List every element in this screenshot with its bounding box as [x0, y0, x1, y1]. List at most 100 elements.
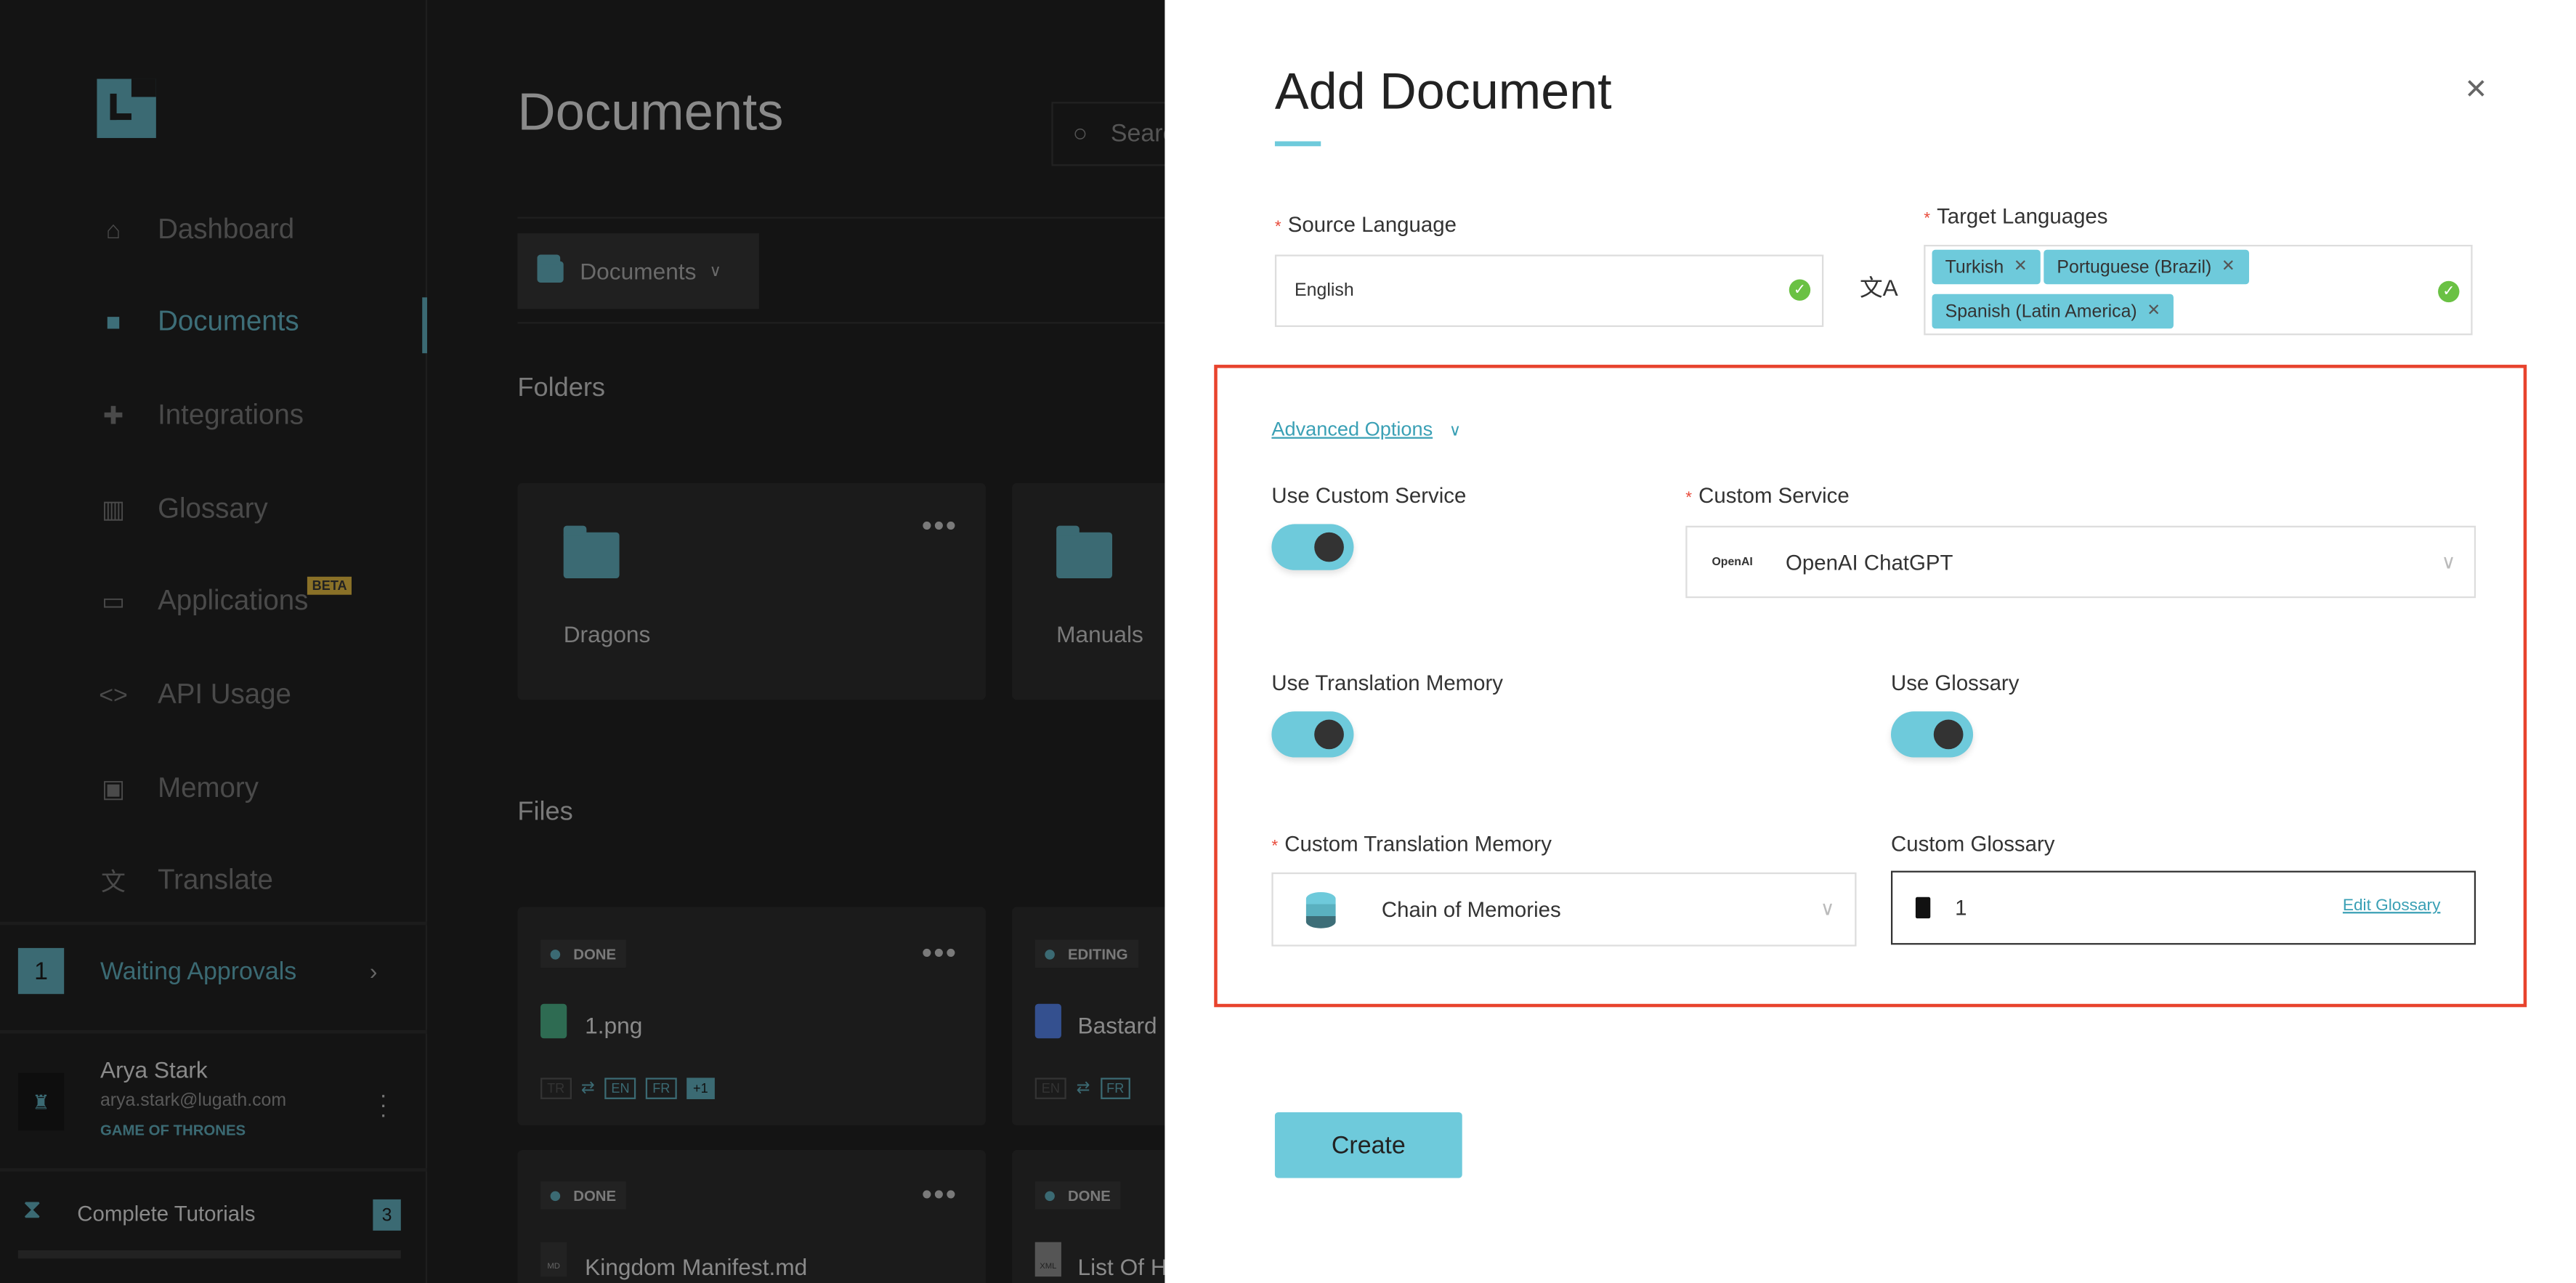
folder-icon: [537, 254, 564, 282]
breadcrumb-dropdown[interactable]: Documents ∨: [517, 233, 759, 309]
folder-name: Dragons: [563, 620, 651, 648]
file-name: List Of H: [1077, 1253, 1167, 1280]
modal-title: Add Document: [1274, 62, 1612, 121]
xml-file-icon: XML: [1034, 1242, 1061, 1277]
use-translation-memory-label: Use Translation Memory: [1271, 670, 1504, 695]
more-options-icon[interactable]: •••: [922, 936, 958, 971]
avatar: ♜: [17, 1072, 65, 1130]
folder-card[interactable]: ••• Dragons: [517, 482, 986, 700]
close-icon[interactable]: ✕: [2464, 74, 2487, 107]
check-icon: ✓: [2438, 280, 2460, 303]
translate-icon: 文A: [1860, 274, 1898, 301]
title-underline: [1274, 141, 1321, 147]
edit-glossary-link[interactable]: Edit Glossary: [2343, 897, 2440, 915]
language-badges: TR ⇄ EN FR +1: [540, 1071, 724, 1101]
use-glossary-label: Use Glossary: [1890, 670, 2020, 695]
chevron-down-icon: ∨: [709, 262, 722, 280]
file-name: 1.png: [585, 1012, 643, 1039]
custom-service-label: * Custom Service: [1685, 482, 1850, 508]
more-options-icon[interactable]: •••: [922, 1178, 958, 1212]
user-name: Arya Stark: [100, 1056, 208, 1083]
custom-translation-memory-select[interactable]: Chain of Memories: [1271, 872, 1857, 947]
openai-logo: OpenAI: [1712, 556, 1753, 568]
create-button[interactable]: Create: [1274, 1112, 1462, 1178]
folder-icon: [563, 525, 620, 579]
chevron-down-icon: ∨: [1820, 897, 1835, 920]
source-language-select[interactable]: English: [1274, 254, 1824, 328]
logo[interactable]: [97, 78, 156, 138]
page-title: Documents: [517, 82, 784, 142]
use-translation-memory-toggle[interactable]: [1271, 711, 1354, 758]
advanced-options-toggle[interactable]: Advanced Options ∨: [1271, 417, 1461, 440]
puzzle-icon: ✚: [102, 402, 124, 431]
status-badge: DONE: [540, 1181, 626, 1210]
hourglass-icon: ⧗: [23, 1196, 42, 1224]
file-name: Kingdom Manifest.md: [585, 1253, 808, 1280]
chevron-down-icon: ∨: [2441, 550, 2456, 574]
file-name: Bastard: [1077, 1012, 1157, 1039]
approvals-label: Waiting Approvals: [100, 958, 297, 986]
sidebar-item-memory[interactable]: ▣ Memory: [99, 764, 259, 814]
add-document-panel: Add Document ✕ * Source Language English …: [1165, 0, 2576, 1283]
active-indicator: [422, 297, 427, 354]
user-org: GAME OF THRONES: [100, 1122, 246, 1139]
folders-heading: Folders: [517, 374, 606, 403]
home-icon: ⌂: [105, 216, 121, 244]
file-card[interactable]: DONE ••• MD Kingdom Manifest.md: [517, 1150, 986, 1283]
approvals-count-badge: 1: [17, 947, 65, 995]
divider: [517, 216, 1175, 219]
folder-name: Manuals: [1056, 620, 1143, 648]
remove-tag-icon: ✕: [2147, 302, 2161, 320]
tag-spanish-latin-america[interactable]: Spanish (Latin America) ✕: [1932, 294, 2174, 329]
swap-icon: ⇄: [580, 1079, 595, 1098]
tutorials-count-badge: 3: [373, 1199, 401, 1231]
status-badge: DONE: [540, 939, 626, 968]
use-glossary-toggle[interactable]: [1890, 711, 1974, 758]
complete-tutorials[interactable]: ⧗ Complete Tutorials 3: [0, 1171, 427, 1283]
sidebar-item-applications[interactable]: ▭ Applications: [99, 577, 308, 626]
book-icon: [1915, 897, 1931, 919]
book-icon: ▥: [102, 495, 126, 525]
more-options-icon[interactable]: •••: [922, 509, 958, 543]
sidebar-item-translate[interactable]: 文 Translate: [99, 856, 273, 905]
folder-icon: ■: [105, 308, 121, 336]
user-profile[interactable]: ♜ Arya Stark arya.stark@lugath.com GAME …: [0, 1033, 427, 1167]
custom-translation-memory-label: * Custom Translation Memory: [1271, 831, 1552, 857]
tag-portuguese-brazil[interactable]: Portuguese (Brazil) ✕: [2044, 249, 2248, 285]
swap-icon: ⇄: [1076, 1079, 1090, 1098]
remove-tag-icon: ✕: [2013, 258, 2028, 276]
use-custom-service-toggle[interactable]: [1271, 524, 1354, 570]
sidebar-item-api-usage[interactable]: <> API Usage: [99, 671, 291, 720]
chevron-right-icon: ›: [369, 958, 378, 984]
remove-tag-icon: ✕: [2221, 258, 2235, 276]
status-badge: EDITING: [1034, 939, 1138, 968]
source-language-label: * Source Language: [1274, 211, 1457, 237]
tutorials-label: Complete Tutorials: [77, 1201, 256, 1226]
folder-icon: [1056, 525, 1113, 579]
use-custom-service-label: Use Custom Service: [1271, 482, 1467, 508]
sidebar-item-dashboard[interactable]: ⌂ Dashboard: [99, 206, 295, 255]
sidebar-item-documents[interactable]: ■ Documents: [99, 297, 299, 347]
waiting-approvals[interactable]: 1 Waiting Approvals ›: [0, 925, 427, 1030]
files-heading: Files: [517, 798, 573, 827]
target-languages-label: * Target Languages: [1924, 203, 2108, 229]
tag-turkish[interactable]: Turkish ✕: [1932, 249, 2041, 285]
database-icon: [1305, 891, 1336, 928]
check-icon: ✓: [1789, 279, 1811, 301]
code-icon: <>: [99, 681, 128, 709]
beta-badge: BETA: [307, 576, 352, 595]
kebab-menu-icon[interactable]: · · ·: [379, 1082, 387, 1125]
tutorials-progress-bar: [17, 1250, 401, 1259]
divider: [517, 322, 1175, 324]
chip-icon: ▣: [102, 775, 126, 804]
custom-service-select[interactable]: OpenAI OpenAI ChatGPT: [1685, 525, 2476, 599]
sidebar-item-integrations[interactable]: ✚ Integrations: [99, 391, 304, 440]
md-file-icon: MD: [540, 1242, 567, 1277]
file-card[interactable]: DONE ••• 1.png TR ⇄ EN FR +1: [517, 907, 986, 1126]
status-badge: DONE: [1034, 1181, 1121, 1210]
sidebar-item-glossary[interactable]: ▥ Glossary: [99, 485, 268, 534]
language-badges: EN ⇄ FR: [1034, 1071, 1141, 1101]
image-file-icon: [540, 1003, 567, 1039]
doc-file-icon: [1034, 1003, 1061, 1039]
chevron-down-icon: ∨: [1449, 422, 1462, 441]
